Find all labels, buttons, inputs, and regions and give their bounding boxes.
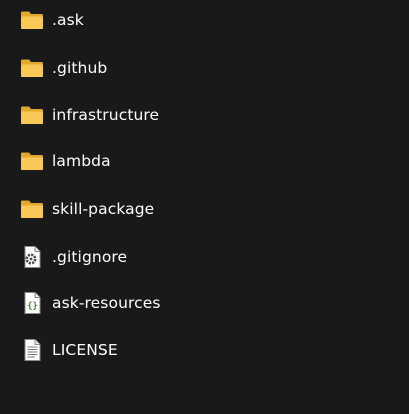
- file-item-infrastructure[interactable]: infrastructure: [20, 102, 159, 128]
- folder-icon: [20, 102, 46, 128]
- file-name: .gitignore: [52, 248, 128, 266]
- folder-icon: [20, 7, 46, 33]
- file-name: ask-resources: [52, 294, 161, 312]
- file-item-github[interactable]: .github: [20, 55, 107, 81]
- settings-file-icon: [20, 244, 46, 270]
- file-list: .ask .github infrastructure lambda skill…: [0, 0, 409, 414]
- svg-text:{}: {}: [27, 302, 38, 312]
- file-name: infrastructure: [52, 106, 160, 124]
- file-item-ask[interactable]: .ask: [20, 7, 84, 33]
- file-item-lambda[interactable]: lambda: [20, 148, 111, 174]
- file-name: skill-package: [52, 200, 155, 218]
- file-name: .github: [52, 59, 108, 77]
- file-item-skill-package[interactable]: skill-package: [20, 196, 154, 222]
- file-item-gitignore[interactable]: .gitignore: [20, 244, 127, 270]
- file-item-ask-resources[interactable]: {} ask-resources: [20, 290, 161, 316]
- file-item-license[interactable]: LICENSE: [20, 337, 118, 363]
- folder-icon: [20, 148, 46, 174]
- file-name: .ask: [52, 11, 84, 29]
- file-name: lambda: [52, 152, 111, 170]
- text-file-icon: [20, 337, 46, 363]
- folder-icon: [20, 196, 46, 222]
- json-file-icon: {}: [20, 290, 46, 316]
- folder-icon: [20, 55, 46, 81]
- file-name: LICENSE: [52, 341, 118, 359]
